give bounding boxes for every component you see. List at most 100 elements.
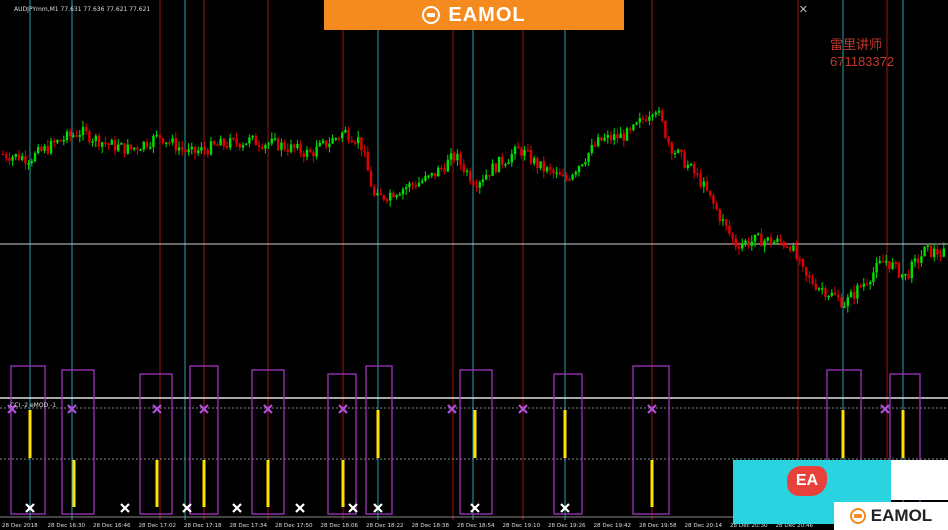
candle-bull bbox=[830, 292, 833, 296]
candle-bear bbox=[1, 153, 5, 156]
candle-bear bbox=[779, 238, 782, 243]
candle-bear bbox=[369, 170, 373, 187]
time-axis-label: 28 Dec 2018 bbox=[2, 523, 38, 529]
candle-bear bbox=[453, 153, 456, 161]
candle-bear bbox=[203, 147, 206, 151]
candle-bull bbox=[923, 246, 926, 257]
candle-bull bbox=[910, 261, 913, 279]
candle-bear bbox=[805, 267, 808, 276]
candle-bull bbox=[513, 146, 517, 154]
price-chart[interactable]: 28 Dec 2018 28 Dec 16:30 28 Dec 16:46 28 De… bbox=[0, 0, 948, 530]
indicator-box bbox=[10, 365, 46, 515]
indicator-bar bbox=[72, 460, 76, 507]
candle-bull bbox=[331, 138, 334, 144]
candle-bull bbox=[149, 147, 152, 149]
candle-bear bbox=[705, 181, 709, 191]
indicator-bar bbox=[473, 410, 477, 458]
candle-bear bbox=[715, 203, 718, 210]
candle-bear bbox=[712, 195, 715, 204]
candle-bear bbox=[113, 140, 117, 151]
candle-bull bbox=[465, 170, 469, 173]
indicator-box bbox=[61, 369, 95, 515]
candle-bull bbox=[926, 245, 929, 247]
candle-bull bbox=[446, 159, 449, 172]
candle-bull bbox=[341, 132, 344, 139]
candle-bear bbox=[129, 144, 133, 150]
candle-bull bbox=[155, 134, 158, 137]
indicator-bar bbox=[202, 460, 206, 507]
candle-bear bbox=[181, 147, 184, 150]
candle-bear bbox=[443, 168, 446, 172]
candle-bull bbox=[229, 138, 232, 148]
candle-bull bbox=[405, 187, 408, 190]
candle-bull bbox=[190, 146, 193, 150]
candle-bull bbox=[533, 157, 536, 164]
candle-bear bbox=[561, 174, 565, 177]
candle-bear bbox=[667, 137, 670, 143]
candle-bull bbox=[638, 118, 641, 123]
candle-bear bbox=[801, 259, 805, 268]
candle-bear bbox=[897, 262, 901, 278]
candle-bear bbox=[469, 170, 472, 182]
candle-bear bbox=[286, 149, 289, 152]
candle-bear bbox=[254, 135, 257, 146]
candle-bull bbox=[856, 285, 859, 299]
candle-bull bbox=[200, 147, 203, 151]
candle-bull bbox=[654, 112, 657, 115]
candle-bull bbox=[142, 141, 145, 150]
time-axis-label: 28 Dec 19:10 bbox=[503, 523, 541, 529]
candle-bear bbox=[360, 137, 363, 151]
candle-bull bbox=[913, 258, 917, 262]
chart-window[interactable]: 28 Dec 2018 28 Dec 16:30 28 Dec 16:46 28 De… bbox=[0, 0, 948, 530]
candle-bull bbox=[920, 256, 923, 263]
indicator-bar bbox=[841, 410, 845, 458]
candle-bull bbox=[120, 143, 123, 145]
indicator-box bbox=[553, 373, 583, 515]
indicator-bar bbox=[650, 460, 654, 507]
candle-bear bbox=[257, 145, 261, 147]
candle-bull bbox=[270, 138, 273, 144]
candle-bull bbox=[101, 142, 104, 147]
candle-bear bbox=[808, 275, 811, 278]
candle-bull bbox=[321, 140, 325, 143]
candle-bull bbox=[485, 174, 488, 180]
corner-brand[interactable]: EAMOL bbox=[834, 502, 948, 530]
candle-bear bbox=[760, 233, 763, 247]
candle-bear bbox=[459, 153, 462, 165]
candle-bear bbox=[75, 135, 78, 137]
eamol-banner[interactable]: EAMOL bbox=[324, 0, 624, 30]
candle-bull bbox=[632, 124, 635, 130]
indicator-bar bbox=[563, 410, 567, 458]
indicator-bar bbox=[341, 460, 345, 507]
candle-bull bbox=[318, 142, 321, 147]
candle-bear bbox=[216, 144, 219, 146]
candle-bear bbox=[683, 152, 686, 168]
candle-bear bbox=[213, 141, 216, 145]
candle-bull bbox=[328, 143, 331, 148]
candle-bear bbox=[737, 246, 741, 249]
candle-bear bbox=[350, 140, 353, 143]
robot-icon bbox=[849, 508, 866, 524]
candle-bull bbox=[590, 145, 593, 154]
ea-badge: EA bbox=[787, 466, 827, 496]
promo-white-panel bbox=[891, 460, 948, 500]
candle-bull bbox=[648, 116, 651, 121]
candle-bear bbox=[616, 134, 619, 139]
candle-bear bbox=[293, 144, 296, 149]
candle-bull bbox=[219, 138, 222, 146]
candle-bull bbox=[126, 144, 129, 154]
time-axis-label: 28 Dec 17:18 bbox=[184, 523, 222, 529]
close-icon[interactable]: ✕ bbox=[799, 3, 808, 16]
candle-bear bbox=[641, 118, 645, 120]
candle-bear bbox=[53, 140, 56, 143]
candle-bear bbox=[699, 173, 702, 187]
candle-bull bbox=[165, 142, 168, 144]
candle-bull bbox=[110, 140, 113, 145]
candle-bull bbox=[817, 288, 821, 290]
candle-bull bbox=[456, 153, 459, 161]
candle-bull bbox=[773, 241, 776, 244]
candle-bull bbox=[776, 238, 779, 242]
candle-bear bbox=[277, 138, 280, 151]
candle-bear bbox=[696, 173, 699, 175]
candle-bull bbox=[209, 141, 213, 155]
